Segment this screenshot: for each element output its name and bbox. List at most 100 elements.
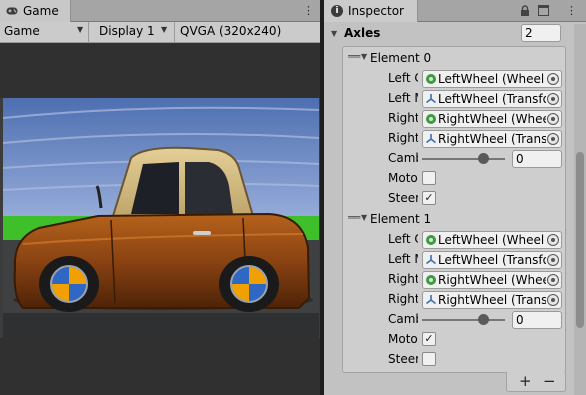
steering-label: Steer	[388, 352, 418, 366]
resolution-dropdown[interactable]: QVGA (320x240)	[180, 24, 281, 38]
drag-handle-icon[interactable]: ══	[348, 50, 360, 63]
rear-wheel	[219, 256, 279, 312]
maximize-icon[interactable]	[538, 5, 549, 16]
transform-icon	[426, 94, 436, 104]
inspector-scrollbar[interactable]	[574, 24, 586, 395]
display-mode-dropdown[interactable]: Game ▼	[0, 22, 89, 42]
chevron-down-icon: ▼	[161, 25, 168, 34]
display-dropdown[interactable]: Display 1 ▼	[95, 22, 175, 42]
right-mesh-label: Right	[388, 292, 418, 306]
right-collider-value: RightWheel (Wheel	[438, 112, 546, 126]
chevron-down-icon: ▼	[77, 25, 84, 34]
camber-field[interactable]: 0	[512, 150, 562, 168]
transform-icon	[426, 134, 436, 144]
motor-label: Motor	[388, 171, 418, 185]
scrollbar-thumb[interactable]	[576, 152, 584, 328]
left-mesh-label: Left M	[388, 91, 418, 105]
left-collider-field[interactable]: LeftWheel (Wheel C	[422, 70, 562, 88]
letterbox-top	[0, 43, 320, 98]
add-element-button[interactable]: +	[519, 372, 532, 390]
list-footer: + −	[506, 372, 566, 392]
object-picker-icon[interactable]	[547, 113, 559, 125]
motor-checkbox[interactable]: ✓	[422, 332, 436, 346]
display-value: Display 1	[99, 24, 155, 38]
object-picker-icon[interactable]	[547, 93, 559, 105]
left-collider-row: Left C LeftWheel (Wheel C	[343, 69, 565, 89]
letterbox-bottom	[0, 338, 320, 395]
camber-slider-handle[interactable]	[478, 314, 489, 325]
object-picker-icon[interactable]	[547, 274, 559, 286]
right-mesh-label: Right	[388, 131, 418, 145]
left-collider-value: LeftWheel (Wheel C	[438, 72, 546, 86]
left-collider-value: LeftWheel (Wheel C	[438, 233, 546, 247]
steering-checkbox[interactable]	[422, 352, 436, 366]
object-picker-icon[interactable]	[547, 294, 559, 306]
inspector-panel: i Inspector ⋮ ▼ Axles 2 ══ ▼ Element 0 L…	[324, 0, 586, 395]
camber-slider-track[interactable]	[422, 158, 505, 160]
right-mesh-value: RightWheel (Transf	[438, 293, 546, 307]
axles-label[interactable]: Axles	[344, 26, 380, 40]
object-picker-icon[interactable]	[547, 73, 559, 85]
foldout-expanded-icon[interactable]: ▼	[361, 213, 367, 222]
motor-row: Motor	[343, 169, 565, 189]
right-mesh-field[interactable]: RightWheel (Transf	[422, 291, 562, 309]
left-mesh-field[interactable]: LeftWheel (Transfo	[422, 90, 562, 108]
right-mesh-field[interactable]: RightWheel (Transf	[422, 130, 562, 148]
left-mesh-value: LeftWheel (Transfo	[438, 92, 546, 106]
lock-icon[interactable]	[520, 5, 530, 17]
right-mesh-row: Right RightWheel (Transf	[343, 290, 565, 310]
display-mode-value: Game	[4, 24, 40, 38]
info-icon: i	[331, 5, 343, 17]
left-mesh-row: Left M LeftWheel (Transfo	[343, 250, 565, 270]
transform-icon	[426, 255, 436, 265]
inspector-tab-bar: i Inspector ⋮	[324, 0, 586, 22]
foldout-expanded-icon[interactable]: ▼	[331, 29, 337, 38]
left-mesh-value: LeftWheel (Transfo	[438, 253, 546, 267]
camber-label: Camb	[388, 312, 418, 326]
element-0-header[interactable]: ══ ▼ Element 0	[343, 49, 565, 69]
axles-size-field[interactable]: 2	[521, 24, 561, 42]
right-collider-label: Right	[388, 272, 418, 286]
steering-checkbox[interactable]: ✓	[422, 191, 436, 205]
game-tab-bar: Game ⋮	[0, 0, 320, 22]
motor-checkbox[interactable]	[422, 171, 436, 185]
left-mesh-row: Left M LeftWheel (Transfo	[343, 89, 565, 109]
drag-handle-icon[interactable]: ══	[348, 211, 360, 224]
gamepad-icon	[6, 7, 18, 15]
tab-inspector[interactable]: i Inspector	[324, 0, 418, 22]
more-options-icon[interactable]: ⋮	[566, 4, 577, 17]
camber-field[interactable]: 0	[512, 311, 562, 329]
game-tab-label: Game	[23, 4, 59, 18]
element-1-header[interactable]: ══ ▼ Element 1	[343, 210, 565, 230]
game-toolbar: Game ▼ Display 1 ▼ QVGA (320x240)	[0, 22, 320, 43]
object-picker-icon[interactable]	[547, 254, 559, 266]
right-collider-field[interactable]: RightWheel (Wheel	[422, 271, 562, 289]
camber-slider-track[interactable]	[422, 319, 505, 321]
right-collider-field[interactable]: RightWheel (Wheel	[422, 110, 562, 128]
camber-row: Camb 0	[343, 149, 565, 169]
object-picker-icon[interactable]	[547, 133, 559, 145]
more-options-icon[interactable]: ⋮	[303, 4, 314, 17]
transform-icon	[426, 295, 436, 305]
left-collider-field[interactable]: LeftWheel (Wheel C	[422, 231, 562, 249]
element-label: Element 0	[370, 51, 432, 65]
camber-slider-handle[interactable]	[478, 153, 489, 164]
steering-row: Steer	[343, 350, 565, 370]
left-mesh-field[interactable]: LeftWheel (Transfo	[422, 251, 562, 269]
wheel-collider-icon	[426, 275, 436, 285]
left-collider-label: Left C	[388, 71, 418, 85]
object-picker-icon[interactable]	[547, 234, 559, 246]
right-mesh-value: RightWheel (Transf	[438, 132, 546, 146]
steering-label: Steer	[388, 191, 418, 205]
camber-row: Camb 0	[343, 310, 565, 330]
motor-row: Motor ✓	[343, 330, 565, 350]
element-label: Element 1	[370, 212, 432, 226]
remove-element-button[interactable]: −	[543, 372, 556, 390]
tab-game[interactable]: Game	[0, 0, 71, 22]
game-viewport[interactable]	[0, 43, 320, 395]
axles-list: ══ ▼ Element 0 Left C LeftWheel (Wheel C…	[342, 46, 566, 373]
right-collider-value: RightWheel (Wheel	[438, 273, 546, 287]
right-collider-label: Right	[388, 111, 418, 125]
game-render	[3, 98, 319, 338]
foldout-expanded-icon[interactable]: ▼	[361, 52, 367, 61]
